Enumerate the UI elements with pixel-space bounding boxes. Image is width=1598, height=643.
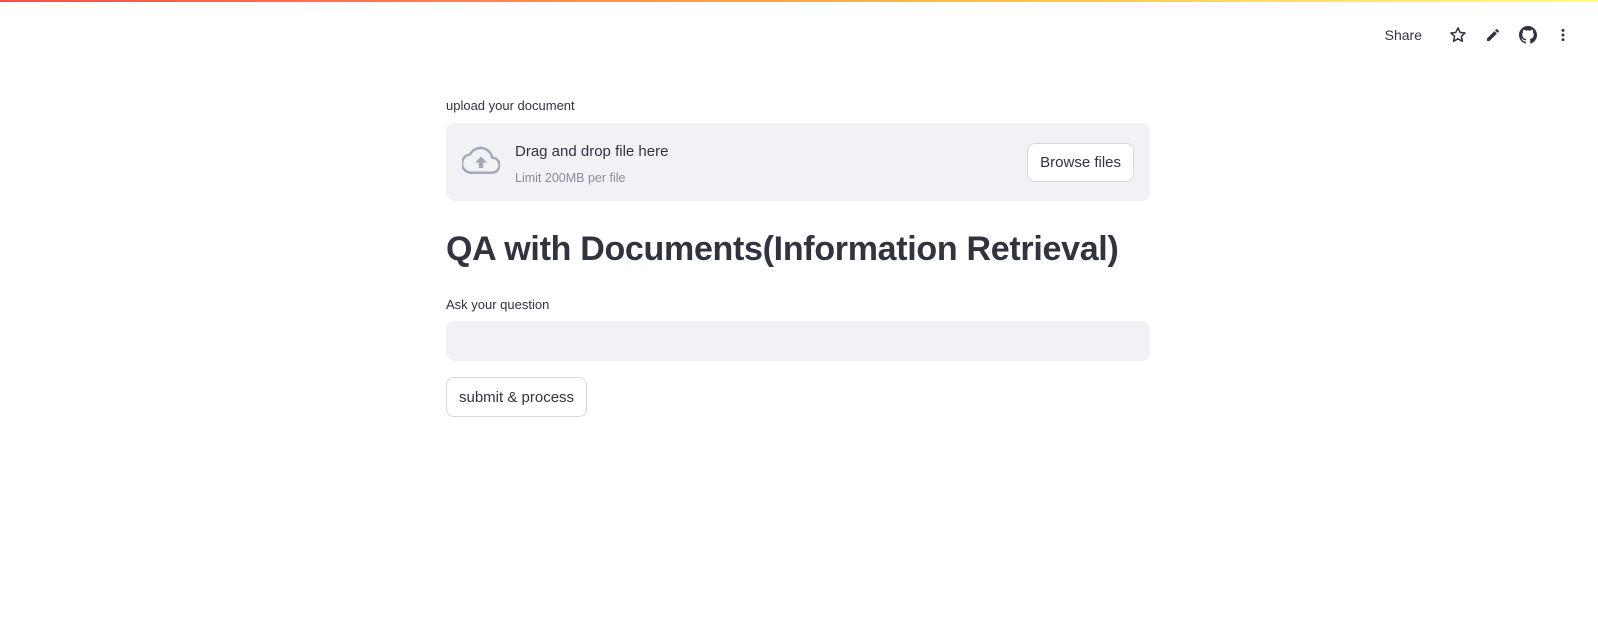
uploader-label: upload your document	[446, 98, 575, 113]
more-vertical-icon[interactable]	[1550, 22, 1576, 48]
top-decoration-bar	[0, 0, 1598, 2]
github-icon[interactable]	[1515, 22, 1541, 48]
page-title: QA with Documents(Information Retrieval)	[446, 230, 1119, 268]
pencil-icon[interactable]	[1480, 22, 1506, 48]
file-size-limit: Limit 200MB per file	[515, 171, 626, 185]
star-icon[interactable]	[1445, 22, 1471, 48]
browse-files-button[interactable]: Browse files	[1027, 143, 1134, 182]
share-button[interactable]: Share	[1385, 27, 1422, 43]
question-label: Ask your question	[446, 297, 550, 312]
question-input[interactable]	[446, 321, 1150, 361]
cloud-upload-icon	[460, 145, 501, 177]
file-dropzone[interactable]: Drag and drop file here Limit 200MB per …	[446, 123, 1150, 201]
dropzone-instructions: Drag and drop file here	[515, 143, 669, 160]
app-toolbar: Share	[1385, 22, 1576, 48]
submit-process-button[interactable]: submit & process	[446, 377, 588, 417]
